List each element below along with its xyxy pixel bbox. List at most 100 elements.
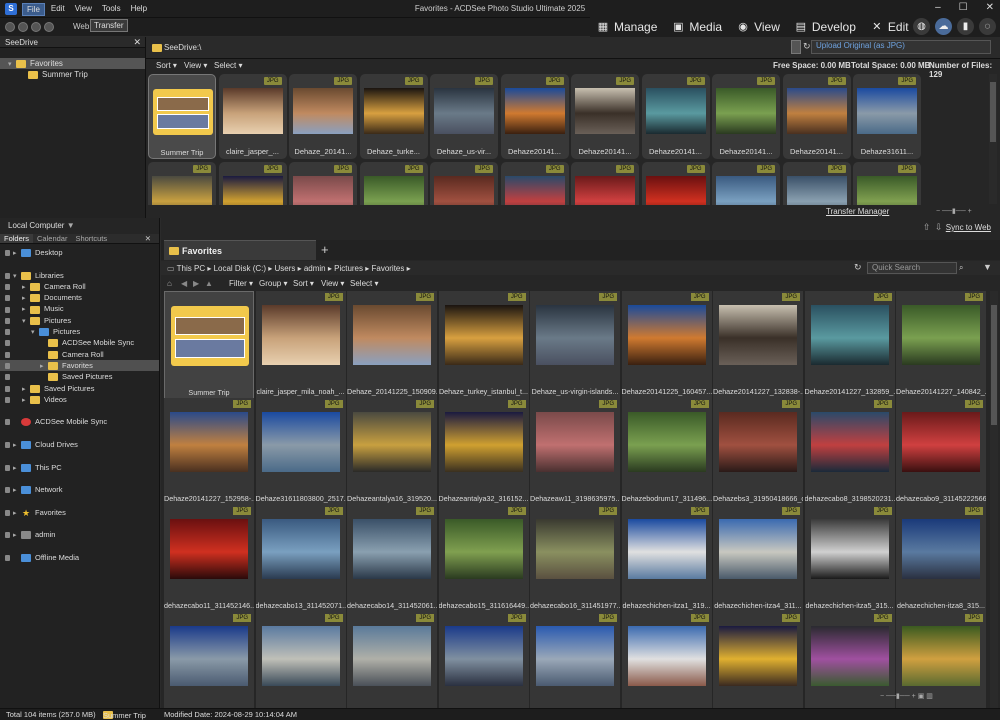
thumbnail-cell[interactable]: JPG Dehaze_us-virgin-islands... xyxy=(530,291,620,399)
thumbnail-cell[interactable]: JPG xyxy=(347,612,437,708)
pin-icon[interactable] xyxy=(5,295,10,302)
dashboard-icon[interactable]: ◌ xyxy=(979,18,996,35)
thumbnail-cell[interactable]: JPG Dehaze20141227_132859_... xyxy=(804,291,895,399)
download-arrow-icon[interactable]: ⇩ xyxy=(935,222,943,233)
folder-tree-item[interactable]: ACDSee Mobile Sync xyxy=(0,416,159,427)
select-dropdown[interactable]: Select ▾ xyxy=(214,61,242,70)
expand-arrow-icon[interactable]: ▸ xyxy=(13,508,21,519)
thumbnail-cell[interactable]: JPG Dehaze_20141225_150909... xyxy=(347,291,437,399)
search-icon[interactable]: ⌕ xyxy=(959,263,963,273)
thumbnail-cell[interactable]: JPG Dehazeantalya16_319520... xyxy=(347,398,437,506)
seedrive-item-summer-trip[interactable]: Summer Trip xyxy=(0,69,145,80)
folder-tree-item[interactable]: ▸ Desktop xyxy=(0,247,159,258)
pin-icon[interactable] xyxy=(5,250,10,257)
web-button[interactable]: Web xyxy=(73,22,89,31)
thumbnail-cell[interactable]: JPG xyxy=(621,612,712,708)
folder-tree-item[interactable]: ▸ admin xyxy=(0,529,159,540)
filter-dropdown[interactable]: Filter ▾ xyxy=(229,279,253,288)
back-icon[interactable]: ◀ xyxy=(181,279,187,288)
breadcrumb-item[interactable]: This PC xyxy=(177,264,205,273)
folder-tree-item[interactable]: ▸ Camera Roll xyxy=(0,281,159,292)
pin-icon[interactable] xyxy=(5,419,10,426)
expand-arrow-icon[interactable]: ▸ xyxy=(13,248,21,259)
seedrive-thumb[interactable]: JPG xyxy=(289,162,357,207)
folder-tree-item[interactable]: ▸ Music xyxy=(0,303,159,314)
seedrive-thumb[interactable]: JPG Dehaze_us-vir... xyxy=(430,74,498,159)
dropdown-arrow-icon[interactable] xyxy=(791,40,801,54)
pin-icon[interactable] xyxy=(5,396,10,403)
thumbnail-cell[interactable]: JPG dehazechichen-itza1_319... xyxy=(621,505,712,613)
breadcrumb-item[interactable]: Local Disk (C:) xyxy=(214,264,266,273)
seedrive-thumb[interactable]: JPG xyxy=(218,162,287,207)
tab-shortcuts[interactable]: Shortcuts xyxy=(71,234,111,243)
pin-icon[interactable] xyxy=(5,509,10,516)
folder-tree-item[interactable]: ▸ Documents xyxy=(0,292,159,303)
thumbnail-cell[interactable]: JPG Dehazebodrum17_311496... xyxy=(621,398,712,506)
folder-tree-item[interactable]: Saved Pictures xyxy=(0,371,159,382)
thumbnail-cell[interactable]: JPG dehazechichen-itza8_315... xyxy=(896,505,986,613)
thumbnail-cell[interactable]: JPG xyxy=(530,612,620,708)
pin-icon[interactable] xyxy=(5,272,10,279)
pin-icon[interactable] xyxy=(5,283,10,290)
upload-arrow-icon[interactable]: ⇧ xyxy=(923,222,931,233)
pin-icon[interactable] xyxy=(5,555,10,562)
pin-icon[interactable] xyxy=(5,374,10,381)
seedrive-thumb[interactable]: JPG Dehaze20141... xyxy=(571,74,639,159)
thumbnail-cell[interactable]: JPG dehazechichen-itza4_311... xyxy=(713,505,803,613)
thumbnail-cell[interactable]: JPG xyxy=(255,612,346,708)
thumbnail-cell[interactable]: JPG Dehaze31611803800_2517... xyxy=(255,398,346,506)
thumbnail-cell[interactable]: JPG Dehaze20141227_152958-... xyxy=(164,398,254,506)
local-computer-header[interactable]: Local Computer ▼ xyxy=(0,218,159,234)
transfer-button[interactable]: Transfer xyxy=(90,19,128,32)
tab-calendar[interactable]: Calendar xyxy=(33,234,71,243)
folder-tree-item[interactable]: Camera Roll xyxy=(0,349,159,360)
seedrive-thumb[interactable]: JPG xyxy=(782,162,851,207)
seedrive-thumb[interactable]: JPG Dehaze20141... xyxy=(712,74,780,159)
transfer-manager-link[interactable]: Transfer Manager xyxy=(826,207,889,216)
seedrive-thumb[interactable]: JPG Dehaze31611... xyxy=(853,74,921,159)
add-tab-button[interactable]: + xyxy=(321,242,329,257)
seedrive-thumb[interactable]: JPG xyxy=(148,162,216,207)
breadcrumb-item[interactable]: admin xyxy=(304,264,326,273)
thumbnail-cell[interactable]: JPG dehazecabo9_31145222566... xyxy=(896,398,986,506)
breadcrumb-item[interactable]: Users xyxy=(274,264,295,273)
thumbnail-cell[interactable]: JPG dehazecabo8_3198520231... xyxy=(804,398,895,506)
pin-icon[interactable] xyxy=(5,532,10,539)
group-dropdown[interactable]: Group ▾ xyxy=(259,279,287,288)
mode-develop[interactable]: ▤ Develop xyxy=(794,20,856,34)
pin-icon[interactable] xyxy=(5,464,10,471)
expand-arrow-icon[interactable]: ▸ xyxy=(22,395,30,406)
thumbnail-cell[interactable]: JPG Dehaze_turkey_istanbul_t... xyxy=(438,291,529,399)
pin-icon[interactable] xyxy=(5,306,10,313)
seedrive-thumb[interactable]: JPG xyxy=(853,162,921,207)
seedrive-thumb[interactable]: JPG xyxy=(712,162,780,207)
refresh-icon[interactable]: ↻ xyxy=(854,262,862,273)
folder-tree-item[interactable]: ▸ ★ Favorites xyxy=(0,507,159,518)
zoom-slider[interactable]: − ──▮── + xyxy=(936,207,972,217)
quick-search-input[interactable]: Quick Search xyxy=(867,262,957,274)
histogram-icon[interactable]: ▮ xyxy=(957,18,974,35)
breadcrumb-item[interactable]: Favorites xyxy=(371,264,404,273)
up-icon[interactable]: ▲ xyxy=(205,279,213,288)
thumbnail-cell[interactable]: JPG xyxy=(713,612,803,708)
expand-arrow-icon[interactable]: ▸ xyxy=(13,463,21,474)
seedrive-thumb[interactable]: JPG Dehaze20141... xyxy=(782,74,851,159)
seedrive-path[interactable]: SeeDrive:\ xyxy=(164,43,201,52)
thumbnail-cell[interactable]: JPG claire_jasper_mila_noah_... xyxy=(255,291,346,399)
folder-tree-item[interactable]: ▾ Pictures xyxy=(0,315,159,326)
thumbnail-cell[interactable]: JPG dehazecabo11_311452146... xyxy=(164,505,254,613)
pin-icon[interactable] xyxy=(5,329,10,336)
thumbnail-cell[interactable]: JPG Dehazeantalya32_316152... xyxy=(438,398,529,506)
seedrive-thumb[interactable]: JPG xyxy=(641,162,710,207)
maximize-icon[interactable]: ☐ xyxy=(959,2,968,13)
thumbnail-cell[interactable]: JPG dehazecabo16_311451977... xyxy=(530,505,620,613)
forward-icon[interactable] xyxy=(18,22,28,32)
mode-view[interactable]: ◉ View xyxy=(736,20,780,34)
mode-edit[interactable]: ✕ Edit xyxy=(870,20,908,34)
mode-media[interactable]: ▣ Media xyxy=(671,20,722,34)
up-icon[interactable] xyxy=(31,22,41,32)
tab-folders[interactable]: Folders xyxy=(0,234,34,243)
breadcrumb-item[interactable]: Pictures xyxy=(334,264,363,273)
pin-icon[interactable] xyxy=(5,340,10,347)
sync-to-web-link[interactable]: Sync to Web xyxy=(946,223,991,232)
